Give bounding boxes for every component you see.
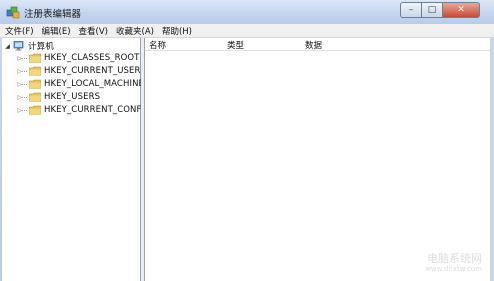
column-header-data[interactable]: 数据 (305, 39, 322, 51)
menu-favorites[interactable]: 收藏夹(A) (112, 25, 158, 37)
tree-connector (22, 83, 27, 85)
minimize-icon: – (408, 5, 414, 15)
close-icon: ✕ (457, 5, 465, 15)
tree-item-hku[interactable]: ▷ HKEY_USERS (16, 91, 100, 103)
folder-icon (29, 105, 41, 115)
column-header-row: 名称 类型 数据 (145, 38, 490, 51)
folder-icon (29, 92, 41, 102)
menu-view[interactable]: 查看(V) (75, 25, 112, 37)
tree-label: HKEY_USERS (44, 92, 101, 102)
menu-bar: 文件(F) 编辑(E) 查看(V) 收藏夹(A) 帮助(H) (0, 24, 494, 38)
registry-editor-window: 注册表编辑器 – □ ✕ 文件(F) 编辑(E) 查看(V) 收藏夹(A) 帮助… (0, 0, 494, 281)
window-right-border (490, 38, 494, 281)
tree-item-hkcu[interactable]: ▷ HKEY_CURRENT_USER (16, 65, 141, 77)
folder-icon (29, 79, 41, 89)
window-controls: – □ ✕ (400, 2, 480, 19)
registry-tree-pane[interactable]: ◢ 计算机 ▷ HKEY_CLASSES_ROOT ▷ HKEY_CURRENT… (2, 38, 151, 281)
tree-connector (22, 57, 27, 59)
computer-icon (13, 41, 24, 51)
menu-edit[interactable]: 编辑(E) (38, 25, 75, 37)
tree-item-hkcr[interactable]: ▷ HKEY_CLASSES_ROOT (16, 52, 139, 64)
close-button[interactable]: ✕ (442, 2, 480, 18)
watermark: 电脑系统网 www.dnxtw.com (425, 253, 482, 275)
tree-connector (22, 70, 27, 72)
window-title: 注册表编辑器 (24, 9, 82, 20)
minimize-button[interactable]: – (400, 2, 422, 18)
tree-connector (22, 109, 27, 111)
tree-label: 计算机 (28, 40, 54, 52)
column-header-name[interactable]: 名称 (149, 39, 166, 51)
menu-file[interactable]: 文件(F) (0, 25, 38, 37)
tree-label: HKEY_CLASSES_ROOT (44, 53, 140, 63)
registry-values-pane[interactable]: 名称 类型 数据 电脑系统网 www.dnxtw.com (144, 38, 490, 281)
collapse-arrow-icon[interactable]: ◢ (4, 41, 11, 51)
folder-icon (29, 53, 41, 63)
maximize-button[interactable]: □ (421, 2, 443, 18)
tree-item-hkcc[interactable]: ▷ HKEY_CURRENT_CONFIG (16, 104, 151, 116)
watermark-title: 电脑系统网 (427, 252, 482, 265)
tree-item-hklm[interactable]: ▷ HKEY_LOCAL_MACHINE (16, 78, 144, 90)
maximize-icon: □ (427, 5, 437, 15)
folder-icon (29, 66, 41, 76)
watermark-url: www.dnxtw.com (425, 265, 482, 273)
menu-help[interactable]: 帮助(H) (158, 25, 196, 37)
column-header-type[interactable]: 类型 (227, 39, 244, 51)
tree-label: HKEY_CURRENT_CONFIG (44, 105, 151, 115)
title-bar[interactable]: 注册表编辑器 – □ ✕ (0, 0, 494, 24)
regedit-app-icon (6, 6, 20, 19)
tree-label: HKEY_CURRENT_USER (44, 66, 141, 76)
tree-connector (22, 96, 27, 98)
tree-label: HKEY_LOCAL_MACHINE (44, 79, 144, 89)
tree-item-computer[interactable]: ◢ 计算机 (4, 40, 54, 52)
